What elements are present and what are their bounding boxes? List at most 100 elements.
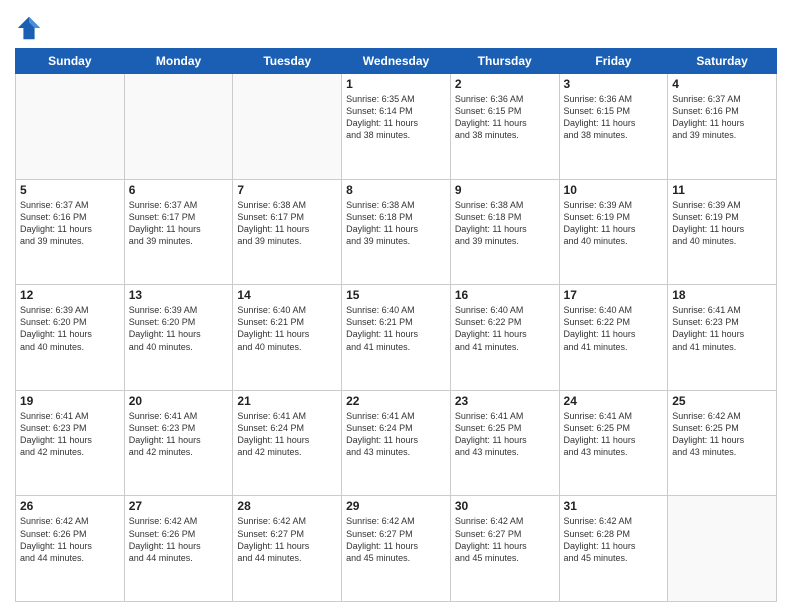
weekday-header-sunday: Sunday bbox=[16, 49, 125, 74]
day-cell: 8 Sunrise: 6:38 AM Sunset: 6:18 PM Daylig… bbox=[342, 179, 451, 285]
day-number: 13 bbox=[129, 288, 229, 302]
day-cell: 28Sunrise: 6:42 AM Sunset: 6:27 PM Dayli… bbox=[233, 496, 342, 602]
day-cell: 16 Sunrise: 6:40 AM Sunset: 6:22 PM Dayli… bbox=[450, 285, 559, 391]
day-cell: 13 Sunrise: 6:39 AM Sunset: 6:20 PM Dayli… bbox=[124, 285, 233, 391]
day-info: Sunrise: 6:40 AM Sunset: 6:22 PM Dayligh… bbox=[455, 304, 555, 353]
day-cell: 26 Sunrise: 6:42 AM Sunset: 6:26 PM Dayli… bbox=[16, 496, 125, 602]
day-info: Sunrise: 6:39 AM Sunset: 6:19 PM Dayligh… bbox=[564, 199, 664, 248]
day-cell: 12 Sunrise: 6:39 AM Sunset: 6:20 PM Dayli… bbox=[16, 285, 125, 391]
day-number: 26 bbox=[20, 499, 120, 513]
day-cell: 20Sunrise: 6:41 AM Sunset: 6:23 PM Dayli… bbox=[124, 390, 233, 496]
day-cell bbox=[124, 74, 233, 180]
day-number: 1 bbox=[346, 77, 446, 91]
week-row-4: 19 Sunrise: 6:41 AM Sunset: 6:23 PM Dayli… bbox=[16, 390, 777, 496]
day-cell: 1 Sunrise: 6:35 AM Sunset: 6:14 PM Daylig… bbox=[342, 74, 451, 180]
weekday-header-row: SundayMondayTuesdayWednesdayThursdayFrid… bbox=[16, 49, 777, 74]
logo bbox=[15, 14, 47, 42]
day-cell bbox=[16, 74, 125, 180]
day-number: 16 bbox=[455, 288, 555, 302]
day-cell bbox=[668, 496, 777, 602]
day-cell: 7 Sunrise: 6:38 AM Sunset: 6:17 PM Daylig… bbox=[233, 179, 342, 285]
day-number: 27 bbox=[129, 499, 229, 513]
day-info: Sunrise: 6:36 AM Sunset: 6:15 PM Dayligh… bbox=[564, 93, 664, 142]
day-info: Sunrise: 6:41 AM Sunset: 6:23 PM Dayligh… bbox=[129, 410, 229, 459]
day-number: 2 bbox=[455, 77, 555, 91]
day-info: Sunrise: 6:38 AM Sunset: 6:18 PM Dayligh… bbox=[346, 199, 446, 248]
day-info: Sunrise: 6:42 AM Sunset: 6:26 PM Dayligh… bbox=[129, 515, 229, 564]
day-cell: 21 Sunrise: 6:41 AM Sunset: 6:24 PM Dayli… bbox=[233, 390, 342, 496]
day-cell: 31Sunrise: 6:42 AM Sunset: 6:28 PM Dayli… bbox=[559, 496, 668, 602]
day-info: Sunrise: 6:41 AM Sunset: 6:23 PM Dayligh… bbox=[672, 304, 772, 353]
day-info: Sunrise: 6:39 AM Sunset: 6:20 PM Dayligh… bbox=[129, 304, 229, 353]
day-cell: 3 Sunrise: 6:36 AM Sunset: 6:15 PM Daylig… bbox=[559, 74, 668, 180]
day-info: Sunrise: 6:42 AM Sunset: 6:26 PM Dayligh… bbox=[20, 515, 120, 564]
day-info: Sunrise: 6:40 AM Sunset: 6:22 PM Dayligh… bbox=[564, 304, 664, 353]
day-info: Sunrise: 6:41 AM Sunset: 6:25 PM Dayligh… bbox=[455, 410, 555, 459]
day-cell: 18Sunrise: 6:41 AM Sunset: 6:23 PM Dayli… bbox=[668, 285, 777, 391]
day-cell: 4 Sunrise: 6:37 AM Sunset: 6:16 PM Daylig… bbox=[668, 74, 777, 180]
day-info: Sunrise: 6:42 AM Sunset: 6:27 PM Dayligh… bbox=[455, 515, 555, 564]
day-info: Sunrise: 6:39 AM Sunset: 6:19 PM Dayligh… bbox=[672, 199, 772, 248]
day-info: Sunrise: 6:39 AM Sunset: 6:20 PM Dayligh… bbox=[20, 304, 120, 353]
day-cell: 24 Sunrise: 6:41 AM Sunset: 6:25 PM Dayli… bbox=[559, 390, 668, 496]
day-number: 25 bbox=[672, 394, 772, 408]
day-info: Sunrise: 6:41 AM Sunset: 6:24 PM Dayligh… bbox=[346, 410, 446, 459]
day-number: 19 bbox=[20, 394, 120, 408]
week-row-1: 1 Sunrise: 6:35 AM Sunset: 6:14 PM Daylig… bbox=[16, 74, 777, 180]
day-number: 29 bbox=[346, 499, 446, 513]
day-cell: 10 Sunrise: 6:39 AM Sunset: 6:19 PM Dayli… bbox=[559, 179, 668, 285]
weekday-header-wednesday: Wednesday bbox=[342, 49, 451, 74]
day-info: Sunrise: 6:38 AM Sunset: 6:18 PM Dayligh… bbox=[455, 199, 555, 248]
week-row-5: 26 Sunrise: 6:42 AM Sunset: 6:26 PM Dayli… bbox=[16, 496, 777, 602]
day-number: 21 bbox=[237, 394, 337, 408]
day-number: 11 bbox=[672, 183, 772, 197]
day-info: Sunrise: 6:36 AM Sunset: 6:15 PM Dayligh… bbox=[455, 93, 555, 142]
day-number: 12 bbox=[20, 288, 120, 302]
day-cell: 23Sunrise: 6:41 AM Sunset: 6:25 PM Dayli… bbox=[450, 390, 559, 496]
day-number: 31 bbox=[564, 499, 664, 513]
day-info: Sunrise: 6:41 AM Sunset: 6:23 PM Dayligh… bbox=[20, 410, 120, 459]
weekday-header-friday: Friday bbox=[559, 49, 668, 74]
day-info: Sunrise: 6:42 AM Sunset: 6:27 PM Dayligh… bbox=[237, 515, 337, 564]
day-info: Sunrise: 6:38 AM Sunset: 6:17 PM Dayligh… bbox=[237, 199, 337, 248]
day-number: 24 bbox=[564, 394, 664, 408]
day-number: 9 bbox=[455, 183, 555, 197]
day-info: Sunrise: 6:42 AM Sunset: 6:25 PM Dayligh… bbox=[672, 410, 772, 459]
header bbox=[15, 10, 777, 42]
day-cell: 6Sunrise: 6:37 AM Sunset: 6:17 PM Daylig… bbox=[124, 179, 233, 285]
day-cell: 27 Sunrise: 6:42 AM Sunset: 6:26 PM Dayli… bbox=[124, 496, 233, 602]
day-info: Sunrise: 6:41 AM Sunset: 6:24 PM Dayligh… bbox=[237, 410, 337, 459]
day-number: 10 bbox=[564, 183, 664, 197]
day-cell: 9 Sunrise: 6:38 AM Sunset: 6:18 PM Daylig… bbox=[450, 179, 559, 285]
day-number: 30 bbox=[455, 499, 555, 513]
day-info: Sunrise: 6:35 AM Sunset: 6:14 PM Dayligh… bbox=[346, 93, 446, 142]
day-cell: 15 Sunrise: 6:40 AM Sunset: 6:21 PM Dayli… bbox=[342, 285, 451, 391]
week-row-2: 5 Sunrise: 6:37 AM Sunset: 6:16 PM Daylig… bbox=[16, 179, 777, 285]
weekday-header-thursday: Thursday bbox=[450, 49, 559, 74]
week-row-3: 12 Sunrise: 6:39 AM Sunset: 6:20 PM Dayli… bbox=[16, 285, 777, 391]
logo-icon bbox=[15, 14, 43, 42]
day-info: Sunrise: 6:37 AM Sunset: 6:16 PM Dayligh… bbox=[672, 93, 772, 142]
day-number: 8 bbox=[346, 183, 446, 197]
day-number: 22 bbox=[346, 394, 446, 408]
day-number: 3 bbox=[564, 77, 664, 91]
day-info: Sunrise: 6:41 AM Sunset: 6:25 PM Dayligh… bbox=[564, 410, 664, 459]
calendar-table: SundayMondayTuesdayWednesdayThursdayFrid… bbox=[15, 48, 777, 602]
day-cell: 2 Sunrise: 6:36 AM Sunset: 6:15 PM Daylig… bbox=[450, 74, 559, 180]
day-number: 5 bbox=[20, 183, 120, 197]
day-cell: 5 Sunrise: 6:37 AM Sunset: 6:16 PM Daylig… bbox=[16, 179, 125, 285]
day-cell: 14Sunrise: 6:40 AM Sunset: 6:21 PM Dayli… bbox=[233, 285, 342, 391]
day-info: Sunrise: 6:37 AM Sunset: 6:16 PM Dayligh… bbox=[20, 199, 120, 248]
weekday-header-monday: Monday bbox=[124, 49, 233, 74]
day-info: Sunrise: 6:42 AM Sunset: 6:27 PM Dayligh… bbox=[346, 515, 446, 564]
day-info: Sunrise: 6:40 AM Sunset: 6:21 PM Dayligh… bbox=[346, 304, 446, 353]
day-cell: 29 Sunrise: 6:42 AM Sunset: 6:27 PM Dayli… bbox=[342, 496, 451, 602]
day-info: Sunrise: 6:40 AM Sunset: 6:21 PM Dayligh… bbox=[237, 304, 337, 353]
weekday-header-saturday: Saturday bbox=[668, 49, 777, 74]
page: SundayMondayTuesdayWednesdayThursdayFrid… bbox=[0, 0, 792, 612]
day-number: 15 bbox=[346, 288, 446, 302]
day-cell bbox=[233, 74, 342, 180]
day-number: 7 bbox=[237, 183, 337, 197]
day-number: 17 bbox=[564, 288, 664, 302]
day-number: 4 bbox=[672, 77, 772, 91]
